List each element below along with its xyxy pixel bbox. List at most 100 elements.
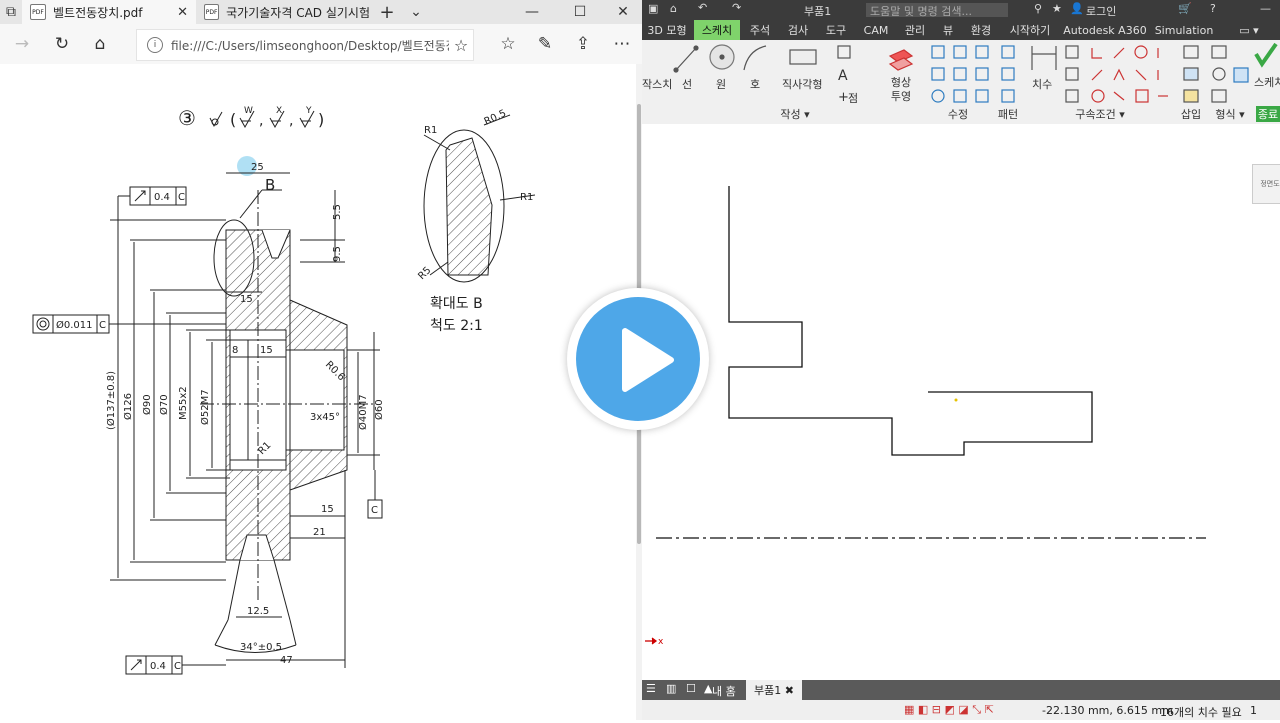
minimize-icon[interactable]: —	[512, 0, 552, 24]
tile-vertical-icon[interactable]: ▥	[666, 682, 676, 695]
play-icon	[622, 328, 674, 392]
tab-get-started[interactable]: 시작하기	[1002, 20, 1058, 40]
undo-icon[interactable]: ↶	[698, 1, 707, 14]
document-tab-bar: ☰ ▥ ☐ ▲ 내 홈 부품1 ✖	[642, 680, 1280, 700]
start-sketch-label[interactable]: 작스치	[642, 76, 672, 92]
insert-image-icons[interactable]	[1183, 45, 1199, 103]
tab-environment[interactable]: 환경	[964, 20, 998, 40]
line-label[interactable]: 선	[682, 76, 692, 92]
sketch-profile[interactable]	[728, 186, 1093, 456]
window-close-icon[interactable]: ✕	[604, 0, 642, 24]
dim-137: (Ø137±0.8)	[105, 371, 117, 430]
dim-chamfer: 3x45°	[310, 412, 340, 423]
back-icon[interactable]: →	[4, 24, 40, 64]
redo-icon[interactable]: ↷	[732, 1, 741, 14]
new-tab-icon[interactable]: +	[372, 0, 402, 24]
help-search-input[interactable]: 도움말 및 명령 검색...	[866, 3, 1008, 17]
home-tab[interactable]: 내 홈	[712, 683, 736, 699]
chevron-down-icon[interactable]: ⌄	[402, 0, 430, 24]
star-icon[interactable]: ★	[1052, 2, 1062, 15]
status-tool-icons[interactable]: ▦ ◧ ⊟ ◩ ◪ ⤡ ⇱	[904, 703, 994, 717]
svg-text:C: C	[174, 661, 181, 672]
finish-sketch-label[interactable]: 스케치 마무리	[1254, 76, 1280, 90]
help-icon[interactable]: ?	[1210, 2, 1216, 15]
tab-view[interactable]: 뷰	[936, 20, 960, 40]
cart-icon[interactable]: 🛒	[1178, 2, 1192, 15]
tab-annotate[interactable]: 주석	[744, 20, 776, 40]
point-label[interactable]: 점	[848, 90, 858, 106]
close-tab-icon[interactable]: ✕	[177, 5, 188, 20]
window-minimize-icon[interactable]: —	[1260, 2, 1271, 15]
runout-frame-top: 0.4 C	[117, 186, 187, 225]
browser-window: ⧉ PDF 벨트전동장치.pdf ✕ PDF 국가기술자격 CAD 실기시험 +…	[0, 0, 642, 720]
login-label[interactable]: 로그인	[1086, 3, 1116, 19]
dimension-label[interactable]: 치수	[1032, 76, 1052, 92]
line-tool-icon[interactable]	[675, 47, 697, 71]
tab-simulation[interactable]: Simulation	[1152, 20, 1216, 40]
address-bar[interactable]: i file:///C:/Users/limseonghoon/Desktop/…	[136, 29, 474, 61]
ribbon-options-icon[interactable]: ▭ ▾	[1234, 20, 1264, 40]
sketch-canvas[interactable]: x 정면도	[642, 124, 1280, 680]
svg-text:,: ,	[259, 113, 263, 129]
pen-icon[interactable]: ✎	[527, 24, 563, 64]
group-constrain[interactable]: 구속조건 ▾	[1060, 106, 1140, 122]
view-cube-front[interactable]: 정면도	[1252, 164, 1280, 204]
search-icon[interactable]: ⚲	[1034, 2, 1042, 15]
dim-90: Ø90	[141, 394, 153, 415]
project-geometry-icon[interactable]	[888, 49, 914, 71]
selection-count: 1	[1250, 704, 1257, 717]
close-tab-icon[interactable]: ✖	[785, 684, 794, 697]
text-tool-icon[interactable]: A	[838, 68, 848, 84]
tab-manage[interactable]: 관리	[898, 20, 932, 40]
svg-text:(: (	[230, 110, 236, 129]
tab-tools[interactable]: 도구	[820, 20, 852, 40]
group-create[interactable]: 작성 ▾	[760, 106, 830, 122]
modify-tool-icons[interactable]	[931, 45, 989, 103]
project-geometry-label[interactable]: 형상 투영	[886, 76, 916, 104]
tab-belt-pdf[interactable]: PDF 벨트전동장치.pdf ✕	[22, 0, 196, 24]
tab-3d-model[interactable]: 3D 모형	[646, 20, 688, 40]
svg-text:): )	[318, 110, 324, 129]
format-icons[interactable]	[1211, 45, 1249, 103]
more-icon[interactable]: ⋯	[604, 24, 640, 64]
save-icon[interactable]: ▣	[648, 2, 658, 15]
pattern-tool-icons[interactable]	[1001, 45, 1015, 103]
arc-label[interactable]: 호	[750, 76, 760, 92]
cascade-icon[interactable]: ☐	[686, 682, 696, 695]
constraint-icons[interactable]	[1065, 45, 1168, 103]
tab-cam[interactable]: CAM	[858, 20, 894, 40]
tab-inspect[interactable]: 검사	[782, 20, 814, 40]
dim-60: Ø60	[373, 399, 385, 420]
dim-15-bottom: 15	[321, 504, 334, 515]
tab-sketch[interactable]: 스케치	[694, 20, 740, 40]
finish-sketch-icon[interactable]	[1254, 42, 1278, 68]
tab-list-icon[interactable]: ⧉	[0, 0, 22, 24]
drawing-sheet: ③ ( W , X , Y ) 25 B 0.4 C (Ø137±0.8) Ø1…	[32, 106, 536, 675]
dim-5-5: 5.5	[332, 204, 343, 220]
tile-horizontal-icon[interactable]: ☰	[646, 682, 656, 695]
fillet-icon[interactable]	[837, 45, 851, 59]
detail-r1-a: R1	[424, 125, 437, 136]
maximize-icon[interactable]: ☐	[560, 0, 600, 24]
video-play-button[interactable]	[567, 288, 709, 430]
pdf-viewer: ③ ( W , X , Y ) 25 B 0.4 C (Ø137±0.8) Ø1…	[0, 64, 642, 720]
dim-m55: M55x2	[178, 386, 189, 420]
home-icon[interactable]: ⌂	[82, 24, 118, 64]
svg-text:C: C	[99, 320, 106, 331]
refresh-icon[interactable]: ↻	[44, 24, 80, 64]
circle-label[interactable]: 원	[716, 76, 726, 92]
group-modify: 수정	[947, 108, 969, 121]
home-icon[interactable]: ⌂	[670, 2, 677, 15]
dim-15-top: 15	[240, 294, 253, 305]
document-tab[interactable]: 부품1 ✖	[746, 680, 802, 700]
share-icon[interactable]: ⇪	[565, 24, 601, 64]
tab-cad-exam[interactable]: PDF 국가기술자격 CAD 실기시험	[196, 0, 370, 24]
group-format[interactable]: 형식 ▾	[1208, 106, 1252, 122]
favorite-star-icon[interactable]: ☆	[449, 36, 473, 55]
tab-a360[interactable]: Autodesk A360	[1062, 20, 1148, 40]
favorites-list-icon[interactable]: ☆	[490, 24, 526, 64]
rectangle-label[interactable]: 직사각형	[782, 76, 822, 92]
dimension-tool-icon[interactable]	[1031, 46, 1057, 70]
rectangle-tool-icon[interactable]	[789, 49, 817, 65]
arc-tool-icon[interactable]	[743, 45, 767, 71]
